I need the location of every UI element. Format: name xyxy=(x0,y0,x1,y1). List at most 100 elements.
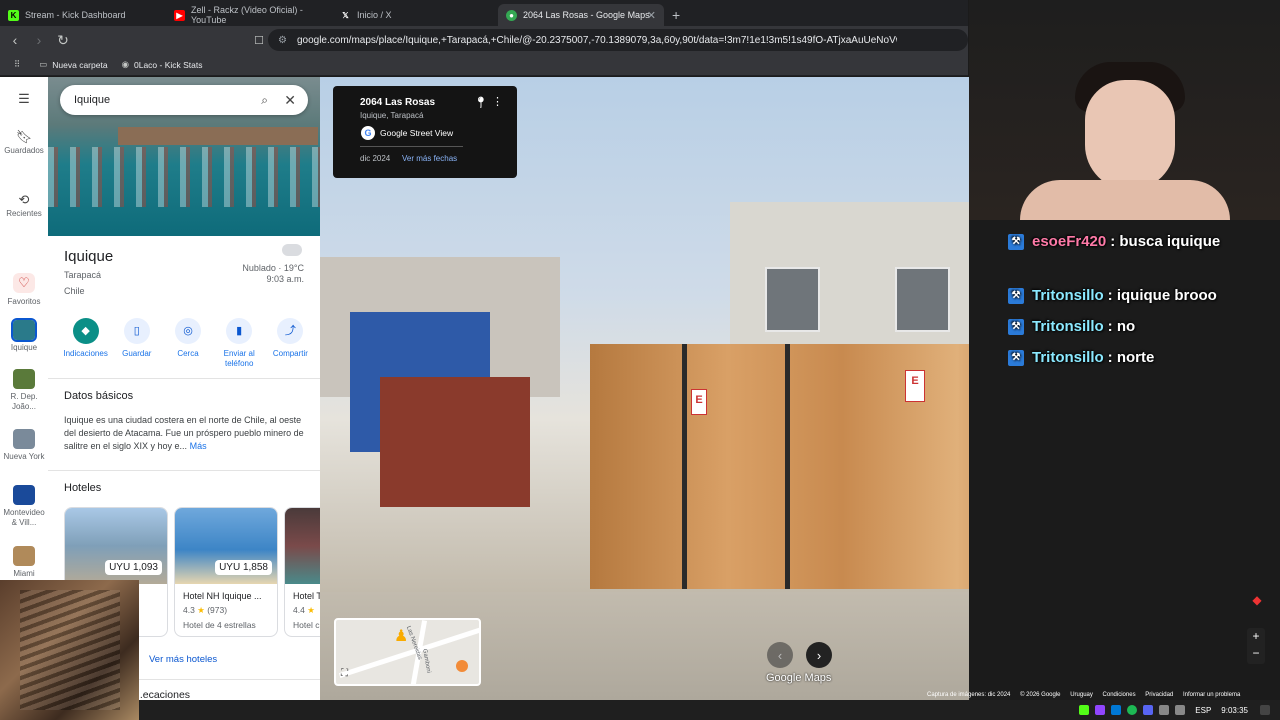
chat-message: ⚒ Tritonsillo: iquique brooo xyxy=(1008,280,1278,311)
wifi-icon[interactable] xyxy=(1159,705,1170,715)
back-icon[interactable]: ‹ xyxy=(6,32,24,48)
app-icon[interactable] xyxy=(1111,705,1122,715)
no-parking-sign: E xyxy=(905,370,925,402)
new-tab-button[interactable]: + xyxy=(672,7,680,23)
clock[interactable]: 9:03:35 xyxy=(1221,706,1248,715)
tab-youtube[interactable]: ▶ Zell - Rackz (Video Oficial) - YouTube xyxy=(166,4,332,26)
basics-heading: Datos básicos xyxy=(64,390,134,402)
directions-icon: ◆ xyxy=(72,318,99,344)
bookmark-icon: ▯ xyxy=(123,318,150,344)
bookmark-folder[interactable]: ▭ Nueva carpeta xyxy=(39,59,107,70)
next-arrow-button[interactable]: › xyxy=(806,642,832,668)
previous-arrow-button[interactable]: ‹ xyxy=(767,642,793,668)
tab-x[interactable]: 𝕏 Inicio / X xyxy=(332,4,498,26)
youtube-icon: ▶ xyxy=(174,9,185,21)
badge-icon: ⚒ xyxy=(1008,318,1024,335)
divider xyxy=(48,378,320,379)
star-icon: ★ xyxy=(307,605,315,615)
send-to-phone-button[interactable]: ▮ Enviar al teléfono xyxy=(214,318,265,369)
close-icon[interactable]: ✕ xyxy=(284,92,296,109)
weather-text: Nublado · 19°C xyxy=(242,263,304,273)
more-options-icon[interactable]: ⋮ xyxy=(492,95,503,108)
bookmark-icon: 🔖︎ xyxy=(15,129,33,144)
volume-icon[interactable] xyxy=(1175,705,1186,715)
language-indicator[interactable]: ESP xyxy=(1195,706,1211,715)
place-thumb xyxy=(13,429,35,449)
app-icon[interactable] xyxy=(1079,705,1090,715)
hotel-rating: 4.3 ★ (973) xyxy=(183,605,228,615)
tab-title: 2064 Las Rosas - Google Maps xyxy=(523,10,650,20)
zoom-in-button[interactable]: + xyxy=(1247,628,1265,645)
hotel-card[interactable]: UYU 1,858 Hotel NH Iquique ... 4.3 ★ (97… xyxy=(174,507,278,637)
reload-icon[interactable]: ↻ xyxy=(54,32,72,49)
rail-recent[interactable]: ⟲ Recientes xyxy=(0,192,48,219)
hotel-price: UYU 1,093 xyxy=(105,560,162,575)
hotel-card[interactable]: Hotel T... 4.4 ★ Hotel c... xyxy=(284,507,320,637)
window xyxy=(765,267,820,332)
rail-place-iquique[interactable]: Iquique xyxy=(0,318,48,353)
poi-marker[interactable] xyxy=(456,660,468,672)
gate xyxy=(380,377,530,507)
search-icon[interactable]: ⌕ xyxy=(261,93,268,108)
minimap[interactable]: Las Nereidas Gamboni ♟ ⛶ xyxy=(334,618,481,686)
divider xyxy=(360,146,463,147)
search-input[interactable]: Iquique ⌕ ✕ xyxy=(60,85,308,115)
toolbar: ‹ › ↻ ☐ ⚙ google.com/maps/place/Iquique,… xyxy=(0,26,968,54)
hotel-name: Hotel T... xyxy=(293,591,320,601)
spotify-icon[interactable] xyxy=(1127,705,1138,715)
address-bar[interactable]: ⚙ google.com/maps/place/Iquique,+Tarapac… xyxy=(268,29,968,51)
pegman-icon[interactable]: ♟ xyxy=(394,626,408,646)
hotel-class: Hotel de 4 estrellas xyxy=(183,620,256,630)
webcam-person xyxy=(1020,180,1230,220)
close-tab-icon[interactable]: ✕ xyxy=(647,9,656,22)
expand-icon[interactable]: ⛶ xyxy=(341,668,348,679)
zoom-control: + − xyxy=(1247,628,1265,664)
kick-icon: K xyxy=(8,9,19,21)
hotel-name: Hotel NH Iquique ... xyxy=(183,591,262,601)
capture-date: dic 2024 xyxy=(360,154,391,163)
address-title: 2064 Las Rosas xyxy=(360,97,436,108)
directions-button[interactable]: ◆ Indicaciones xyxy=(60,318,111,369)
history-icon: ⟲ xyxy=(18,192,30,207)
next-section-heading: ...ecaciones xyxy=(134,689,191,700)
window xyxy=(895,267,950,332)
bookmark-star-icon[interactable]: ☐ xyxy=(250,34,268,47)
webcam-person xyxy=(1085,80,1175,190)
search-value: Iquique xyxy=(74,94,111,106)
save-button[interactable]: ▯ Guardar xyxy=(111,318,162,369)
rail-place-montevideo[interactable]: Montevideo & Vill... xyxy=(0,485,48,528)
app-icon[interactable] xyxy=(1095,705,1106,715)
rail-saved[interactable]: 🔖︎ Guardados xyxy=(0,129,48,156)
more-dates-link[interactable]: Ver más fechas xyxy=(402,154,457,163)
phone-icon: ▮ xyxy=(226,318,253,344)
zoom-out-button[interactable]: − xyxy=(1247,645,1265,662)
nearby-button[interactable]: ◎ Cerca xyxy=(162,318,213,369)
bookmark-kick-stats[interactable]: ◉ 0Laco - Kick Stats xyxy=(122,59,203,70)
more-hotels-link[interactable]: Ver más hoteles xyxy=(149,654,217,665)
place-title: Iquique xyxy=(64,248,114,265)
rail-favorites[interactable]: ♡ Favoritos xyxy=(0,273,48,307)
badge-icon: ⚒ xyxy=(1008,349,1024,366)
rail-place-joao[interactable]: R. Dep. João... xyxy=(0,369,48,412)
rail-place-ny[interactable]: Nueva York xyxy=(0,429,48,462)
discord-icon[interactable] xyxy=(1143,705,1154,715)
more-link[interactable]: Más xyxy=(190,441,207,451)
address-locality: Iquique, Tarapacá xyxy=(360,111,424,120)
bookmarks-bar: ⠿ ▭ Nueva carpeta ◉ 0Laco - Kick Stats xyxy=(0,54,968,76)
compass-icon[interactable]: ◆ xyxy=(1244,593,1270,615)
no-parking-sign: E xyxy=(691,389,707,415)
tab-maps[interactable]: ● 2064 Las Rosas - Google Maps ✕ xyxy=(498,4,664,26)
rail-place-miami[interactable]: Miami xyxy=(0,546,48,579)
share-button[interactable]: ⤴ Compartir xyxy=(265,318,316,369)
hotel-rating: 4.4 ★ xyxy=(293,605,315,615)
menu-icon[interactable]: ☰ xyxy=(0,92,48,108)
apps-icon[interactable]: ⠿ xyxy=(14,59,25,70)
game-camera-overlay xyxy=(0,580,139,720)
site-info-icon[interactable]: ⚙ xyxy=(278,35,287,46)
badge-icon: ⚒ xyxy=(1008,287,1024,304)
notifications-icon[interactable] xyxy=(1260,705,1270,715)
location-pin-icon[interactable]: 📍︎ xyxy=(474,96,488,109)
place-thumb xyxy=(13,369,35,389)
forward-icon[interactable]: › xyxy=(30,32,48,48)
tab-kick[interactable]: K Stream - Kick Dashboard xyxy=(0,4,166,26)
